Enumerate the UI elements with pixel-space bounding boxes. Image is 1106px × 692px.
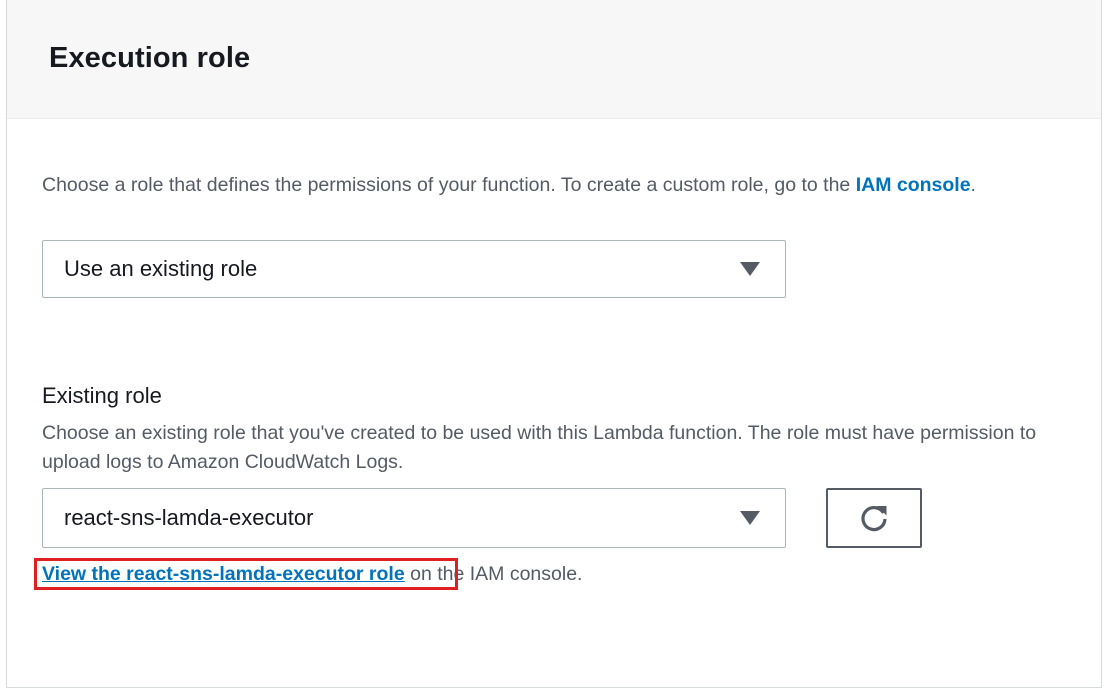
caret-down-icon (740, 262, 760, 276)
role-type-select-value: Use an existing role (64, 256, 258, 281)
existing-role-select-value: react-sns-lamda-executor (64, 505, 314, 530)
view-role-row: View the react-sns-lamda-executor role o… (42, 560, 582, 588)
caret-down-icon (740, 511, 760, 525)
panel-title: Execution role (49, 42, 251, 74)
existing-role-select[interactable]: react-sns-lamda-executor (42, 488, 786, 548)
refresh-icon (861, 505, 887, 532)
panel-header: Execution role (7, 0, 1101, 119)
role-choice-description-end: . (970, 174, 976, 196)
existing-role-description: Choose an existing role that you've crea… (42, 422, 1037, 473)
role-choice-description-text: Choose a role that defines the permissio… (42, 174, 856, 196)
view-role-suffix: on the IAM console. (404, 563, 583, 585)
view-role-link[interactable]: View the react-sns-lamda-executor role (42, 563, 405, 585)
existing-role-label: Existing role (42, 383, 162, 408)
refresh-roles-button[interactable] (826, 488, 922, 548)
iam-console-link[interactable]: IAM console (856, 174, 971, 196)
role-choice-description: Choose a role that defines the permissio… (42, 171, 1042, 200)
role-type-select[interactable]: Use an existing role (42, 240, 786, 298)
